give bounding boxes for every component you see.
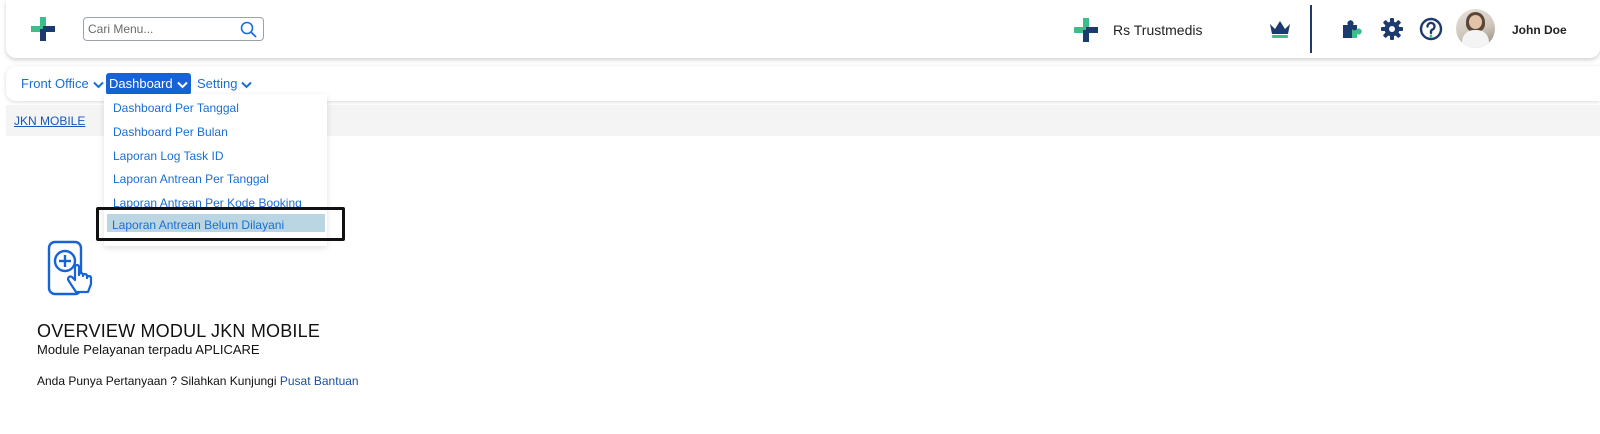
help-icon[interactable]	[1419, 17, 1443, 41]
nav-front-office[interactable]: Front Office	[19, 73, 106, 95]
hospital-logo-icon	[1074, 18, 1098, 42]
user-name[interactable]: John Doe	[1512, 23, 1567, 37]
header-divider	[1310, 5, 1312, 53]
breadcrumb[interactable]: JKN MOBILE	[14, 114, 85, 128]
dropdown-item-laporan-antrean-per-tanggal[interactable]: Laporan Antrean Per Tanggal	[113, 172, 269, 186]
chevron-down-icon	[241, 81, 253, 88]
overview-subtitle: Module Pelayanan terpadu APLICARE	[37, 342, 260, 357]
nav-front-office-label: Front Office	[21, 76, 89, 91]
page: Rs Trustmedis	[0, 0, 1600, 434]
avatar[interactable]	[1456, 9, 1495, 48]
nav-dashboard[interactable]: Dashboard	[106, 73, 191, 95]
nav-dashboard-label: Dashboard	[109, 76, 173, 91]
nav-setting-label: Setting	[197, 76, 238, 91]
search-input[interactable]	[88, 20, 238, 38]
search-icon[interactable]	[240, 21, 257, 38]
selection-frame	[96, 207, 345, 241]
puzzle-icon[interactable]	[1340, 18, 1362, 40]
plus-logo-icon[interactable]	[30, 16, 56, 42]
crown-icon[interactable]	[1269, 19, 1291, 39]
mobile-touch-icon	[47, 240, 93, 296]
nav-setting[interactable]: Setting	[195, 73, 254, 95]
gear-icon[interactable]	[1380, 17, 1404, 41]
overview-title: OVERVIEW MODUL JKN MOBILE	[37, 321, 321, 341]
hospital-name: Rs Trustmedis	[1113, 22, 1203, 38]
overview-help: Anda Punya Pertanyaan ? Silahkan Kunjung…	[37, 374, 359, 388]
chevron-down-icon	[92, 81, 104, 88]
top-header: Rs Trustmedis	[6, 0, 1600, 58]
dropdown-item-dashboard-per-tanggal[interactable]: Dashboard Per Tanggal	[113, 101, 239, 115]
overview-help-text: Anda Punya Pertanyaan ? Silahkan Kunjung…	[37, 374, 277, 388]
dropdown-item-dashboard-per-bulan[interactable]: Dashboard Per Bulan	[113, 125, 228, 139]
help-center-link[interactable]: Pusat Bantuan	[280, 374, 359, 388]
search-box	[83, 17, 264, 41]
chevron-down-icon	[176, 81, 188, 88]
dropdown-item-laporan-log-task-id[interactable]: Laporan Log Task ID	[113, 149, 224, 163]
